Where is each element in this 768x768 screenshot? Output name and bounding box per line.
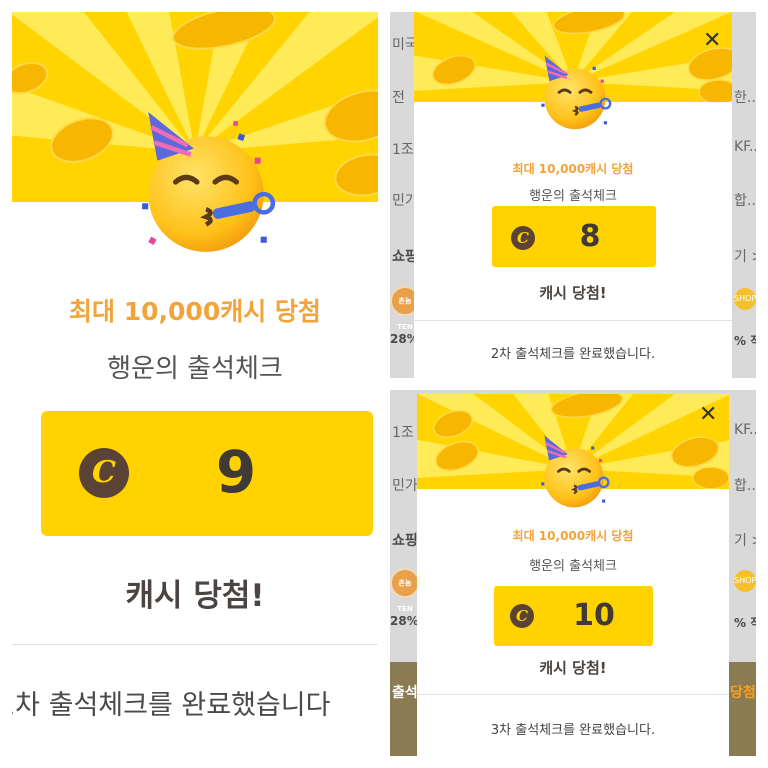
shop-logo: SHOP xyxy=(734,570,756,592)
attendance-popup-3: ✕ 최대 10,000캐시 당첨 행운의 출석체크 C 10 캐시 당첨! 3차… xyxy=(417,394,729,756)
result-text: 캐시 당첨! xyxy=(539,659,607,677)
cash-coin-icon: C xyxy=(510,604,534,628)
bg-text: 1조 xyxy=(392,142,414,158)
partying-face-emoji xyxy=(535,434,613,512)
shop-logo: 촌놈 TEN xyxy=(390,568,420,613)
result-text: 캐시 당첨! xyxy=(539,284,607,302)
bg-text: 출석 xyxy=(392,685,418,701)
bg-text: 합... xyxy=(734,478,756,494)
cash-reward-box: C 10 xyxy=(494,586,653,646)
shop-logo: SHOP xyxy=(734,288,756,310)
completion-message: 3차 출석체크를 완료했습니다. xyxy=(490,723,656,738)
promo-headline: 최대 10,000캐시 당첨 xyxy=(69,297,321,326)
bg-text: 민가 xyxy=(392,478,418,494)
bg-text: 한... xyxy=(734,90,756,106)
bg-text: 28% xyxy=(390,614,419,628)
cash-reward-box: C 9 xyxy=(41,411,373,536)
partying-face-emoji xyxy=(535,54,615,134)
divider xyxy=(417,694,729,695)
bg-text: KF... xyxy=(734,422,756,438)
bg-text: % 적립 xyxy=(734,616,756,630)
attendance-popup-1: 최대 10,000캐시 당첨 행운의 출석체크 C 9 캐시 당첨! 1차 출석… xyxy=(12,12,378,756)
result-text: 캐시 당첨! xyxy=(125,578,265,614)
bg-text: 기 > xyxy=(734,533,756,549)
divider xyxy=(12,644,378,645)
bg-text: 당첨! xyxy=(730,685,756,701)
completion-message: 2차 출석체크를 완료했습니다. xyxy=(490,347,656,362)
bg-text: 1조 xyxy=(392,425,414,441)
partying-face-emoji xyxy=(130,109,282,261)
attendance-popup-2: ✕ 최대 10,000캐시 당첨 행운의 출석체크 C 8 캐시 당첨! 2차 … xyxy=(414,12,732,378)
cash-reward-box: C 8 xyxy=(492,206,656,267)
bg-text: % 적립 xyxy=(734,334,756,348)
cash-amount: 9 xyxy=(215,438,257,506)
close-icon[interactable]: ✕ xyxy=(703,30,721,52)
bg-text: 쇼핑 xyxy=(392,533,418,549)
event-title: 행운의 출석체크 xyxy=(529,189,617,204)
cash-coin-icon: C xyxy=(511,226,535,250)
event-title: 행운의 출석체크 xyxy=(529,559,617,574)
event-title: 행운의 출석체크 xyxy=(107,354,283,384)
bg-text: 기 > xyxy=(734,249,756,265)
promo-headline: 최대 10,000캐시 당첨 xyxy=(512,529,634,543)
promo-headline: 최대 10,000캐시 당첨 xyxy=(512,162,634,176)
bg-text: 전 xyxy=(392,90,405,106)
cash-coin-icon: C xyxy=(79,448,129,498)
divider xyxy=(414,320,732,321)
bg-text: 합... xyxy=(734,193,756,209)
cash-amount: 8 xyxy=(579,219,601,254)
close-icon[interactable]: ✕ xyxy=(699,404,717,426)
cash-amount: 10 xyxy=(573,598,615,633)
bg-text: KF... xyxy=(734,139,756,155)
completion-message: 1차 출석체크를 완료했습니다 xyxy=(12,690,331,721)
